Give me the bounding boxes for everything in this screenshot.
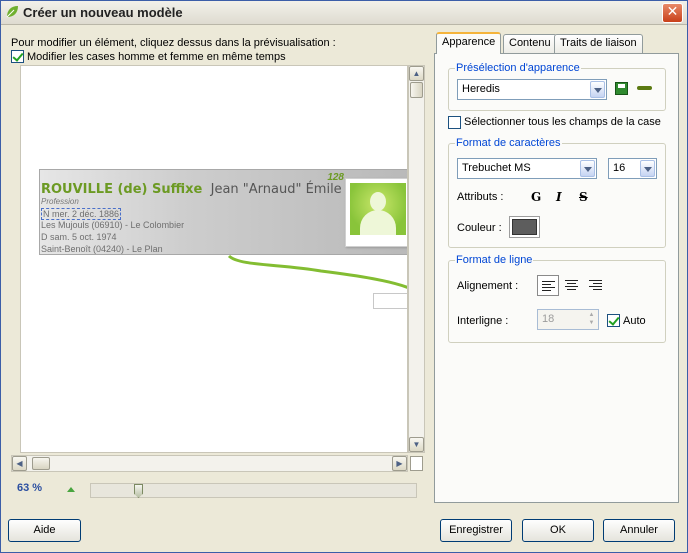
horizontal-scroll-thumb[interactable] bbox=[32, 457, 50, 470]
person-card[interactable]: 128 ROUVILLE (de) Suffixe Jean "Arnaud" … bbox=[39, 169, 407, 255]
card-name[interactable]: ROUVILLE (de) Suffixe Jean "Arnaud" Émil… bbox=[41, 182, 396, 197]
card-birth-place[interactable]: Les Mujouls (06910) - Le Colombier bbox=[41, 220, 184, 230]
vertical-scroll-thumb[interactable] bbox=[410, 82, 423, 98]
close-button[interactable]: ✕ bbox=[662, 3, 683, 23]
char-format-legend: Format de caractères bbox=[455, 137, 562, 149]
preview-vertical-scrollbar[interactable]: ▲ ▼ bbox=[408, 65, 425, 453]
strike-button[interactable]: S bbox=[579, 190, 588, 204]
scroll-corner bbox=[410, 456, 423, 471]
zoom-level: 63 % bbox=[17, 482, 43, 494]
select-all-checkbox[interactable] bbox=[448, 116, 461, 129]
dialog-window: Créer un nouveau modèle ✕ Pour modifier … bbox=[0, 0, 688, 553]
card-profession[interactable]: Profession bbox=[41, 197, 79, 206]
delete-preset-icon[interactable] bbox=[637, 86, 652, 90]
card-birth-date[interactable]: N mer. 2 déc. 1886 bbox=[41, 208, 122, 220]
card-death-date[interactable]: D sam. 5 oct. 1974 bbox=[41, 232, 117, 242]
scroll-right-icon[interactable]: ▶ bbox=[392, 456, 407, 471]
scroll-down-icon[interactable]: ▼ bbox=[409, 437, 424, 452]
scroll-left-icon[interactable]: ◀ bbox=[12, 456, 27, 471]
zoom-slider[interactable] bbox=[90, 483, 417, 498]
card-death-place[interactable]: Saint-Benoît (04240) - Le Plan bbox=[41, 244, 163, 254]
spacing-spinner[interactable]: ▲ ▼ bbox=[586, 311, 597, 328]
window-title: Créer un nouveau modèle bbox=[23, 5, 183, 20]
adjacent-card-edge bbox=[373, 293, 407, 309]
bold-button[interactable]: G bbox=[531, 190, 541, 204]
sync-checkbox[interactable] bbox=[11, 50, 24, 63]
photo-placeholder[interactable] bbox=[345, 178, 407, 247]
save-preset-icon[interactable] bbox=[615, 82, 628, 95]
preset-select-value: Heredis bbox=[462, 83, 500, 95]
sync-checkbox-label: Modifier les cases homme et femme en mêm… bbox=[27, 50, 286, 63]
tab-apparence[interactable]: Apparence bbox=[436, 32, 502, 54]
color-swatch-fill bbox=[512, 219, 537, 235]
title-bar[interactable]: Créer un nouveau modèle ✕ bbox=[1, 1, 687, 25]
preset-select[interactable]: Heredis bbox=[457, 79, 607, 100]
link-line bbox=[227, 254, 407, 289]
tab-contenu[interactable]: Contenu bbox=[503, 34, 557, 54]
font-select[interactable]: Trebuchet MS bbox=[457, 158, 597, 179]
align-left-button[interactable] bbox=[537, 275, 559, 296]
color-label: Couleur : bbox=[457, 222, 502, 234]
font-select-value: Trebuchet MS bbox=[462, 162, 531, 174]
preselection-legend: Présélection d'apparence bbox=[455, 62, 581, 74]
align-right-button[interactable] bbox=[585, 275, 607, 296]
preview-horizontal-scrollbar[interactable]: ◀ ▶ bbox=[11, 455, 408, 472]
card-surname[interactable]: ROUVILLE (de) Suffixe bbox=[41, 182, 202, 197]
zoom-reset-icon[interactable] bbox=[67, 487, 75, 492]
select-all-label: Sélectionner tous les champs de la case bbox=[464, 116, 661, 128]
preview-area[interactable]: 128 ROUVILLE (de) Suffixe Jean "Arnaud" … bbox=[20, 65, 408, 453]
line-format-legend: Format de ligne bbox=[455, 254, 534, 266]
person-silhouette-icon bbox=[350, 183, 406, 235]
leaf-icon bbox=[6, 6, 18, 18]
color-picker-button[interactable] bbox=[509, 216, 540, 238]
intro-text: Pour modifier un élément, cliquez dessus… bbox=[11, 37, 336, 49]
align-center-button[interactable] bbox=[561, 275, 583, 296]
spacing-value: 18 bbox=[542, 313, 555, 325]
auto-spacing-label: Auto bbox=[623, 315, 646, 327]
zoom-slider-thumb[interactable] bbox=[134, 484, 143, 498]
alignment-label: Alignement : bbox=[457, 280, 519, 292]
spacing-label: Interligne : bbox=[457, 315, 509, 327]
cancel-button[interactable]: Annuler bbox=[603, 519, 675, 542]
ok-button[interactable]: OK bbox=[522, 519, 594, 542]
auto-spacing-checkbox[interactable] bbox=[607, 314, 620, 327]
italic-button[interactable]: I bbox=[556, 190, 562, 204]
font-size-value: 16 bbox=[613, 162, 626, 174]
line-format-group: Format de ligne bbox=[448, 254, 666, 343]
chevron-down-icon[interactable] bbox=[590, 81, 605, 98]
attributes-label: Attributs : bbox=[457, 191, 504, 203]
save-button[interactable]: Enregistrer bbox=[440, 519, 512, 542]
scroll-up-icon[interactable]: ▲ bbox=[409, 66, 424, 81]
sync-checkbox-row[interactable]: Modifier les cases homme et femme en mêm… bbox=[11, 50, 286, 63]
tab-traits-de-liaison[interactable]: Traits de liaison bbox=[554, 34, 643, 54]
spacing-input[interactable]: 18 ▲ ▼ bbox=[537, 309, 599, 330]
chevron-down-icon[interactable] bbox=[640, 160, 655, 177]
font-size-select[interactable]: 16 bbox=[608, 158, 657, 179]
chevron-down-icon[interactable] bbox=[580, 160, 595, 177]
help-button[interactable]: Aide bbox=[8, 519, 81, 542]
